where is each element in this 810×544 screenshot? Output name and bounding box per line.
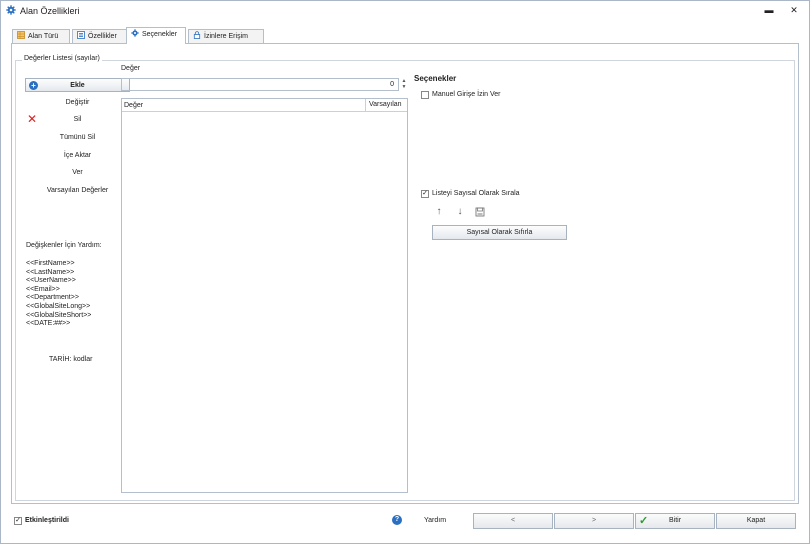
grid-header: Değer Varsayılan [122,99,407,112]
tab-label: Alan Türü [28,33,59,40]
variables-help-title: Değişkenler İçin Yardım: [26,242,102,249]
default-values-button[interactable]: Varsayılan Değerler [25,184,130,198]
tab-options[interactable]: Seçenekler [126,27,186,44]
gear-icon [131,29,139,37]
finish-button[interactable]: ✓ Bitir [635,513,715,529]
values-grid[interactable]: Değer Varsayılan [121,98,408,493]
variable-item: <<UserName>> [26,277,76,285]
close-button[interactable]: Kapat [716,513,796,529]
variables-list: <<FirstName>> <<LastName>> <<UserName>> … [26,260,91,329]
properties-icon [77,31,85,39]
minimize-button[interactable]: ▬ [762,4,776,16]
add-button[interactable]: + Ekle [25,78,130,92]
manual-entry-label[interactable]: Manuel Girişe İzin Ver [432,91,500,98]
variable-item: <<Email>> [26,285,60,293]
variable-item: <<DATE:##>> [26,320,71,328]
value-spinner[interactable]: ▲ ▼ [400,78,408,91]
values-group-legend: Değerler Listesi (sayılar) [22,55,102,62]
edit-button[interactable]: Değiştir [25,96,130,110]
sort-numeric-checkbox[interactable]: ✓ [421,190,429,198]
checkmark-icon: ✓ [639,515,649,527]
table-icon [17,31,25,39]
save-icon[interactable] [475,207,485,217]
title-bar [1,1,807,21]
enabled-checkbox[interactable]: ✓ [14,517,22,525]
plus-icon: + [29,81,38,90]
window-title: Alan Özellikleri [20,6,80,16]
arrow-down-icon[interactable]: ↓ [455,207,465,217]
next-button[interactable]: > [554,513,634,529]
date-codes-link[interactable]: TARİH: kodlar [49,356,92,363]
tab-field-type[interactable]: Alan Türü [12,29,70,44]
spin-down-icon[interactable]: ▼ [400,84,408,90]
finish-button-label: Bitir [668,517,682,524]
column-header-value[interactable]: Değer [124,102,143,109]
help-link[interactable]: Yardım [424,517,446,524]
variable-item: <<Department>> [26,294,79,302]
variable-item: <<GlobalSiteShort>> [26,311,92,319]
tab-access-permissions[interactable]: İzinlere Erişim [188,29,264,44]
back-button[interactable]: < [473,513,553,529]
delete-button[interactable]: Sil [25,113,130,127]
variable-item: <<GlobalSiteLong>> [26,302,91,310]
help-icon[interactable]: ? [392,515,402,525]
tab-properties[interactable]: Özellikler [72,29,128,44]
reset-numeric-button[interactable]: Sayısal Olarak Sıfırla [432,225,567,240]
column-header-default[interactable]: Varsayılan [365,99,402,111]
enabled-label[interactable]: Etkinleştirildi [25,517,69,524]
value-label: Değer [121,65,141,72]
import-button[interactable]: İçe Aktar [25,149,130,163]
options-title: Seçenekler [414,74,457,83]
manual-entry-checkbox[interactable] [421,91,429,99]
variable-item: <<LastName>> [26,268,75,276]
add-button-label: Ekle [70,82,85,89]
tab-label: Seçenekler [142,31,178,38]
delete-all-button[interactable]: Tümünü Sil [25,131,130,145]
close-window-button[interactable]: ✕ [787,4,801,16]
sort-numeric-label[interactable]: Listeyi Sayısal Olarak Sırala [432,190,520,197]
tab-label: Özellikler [88,33,117,40]
tab-label: İzinlere Erişim [204,33,248,40]
variable-item: <<FirstName>> [26,260,75,267]
export-button[interactable]: Ver [25,166,130,180]
value-input[interactable]: 0 [121,78,399,91]
lock-icon [193,31,201,39]
arrow-up-icon[interactable]: ↑ [434,207,444,217]
gear-icon [6,5,16,15]
